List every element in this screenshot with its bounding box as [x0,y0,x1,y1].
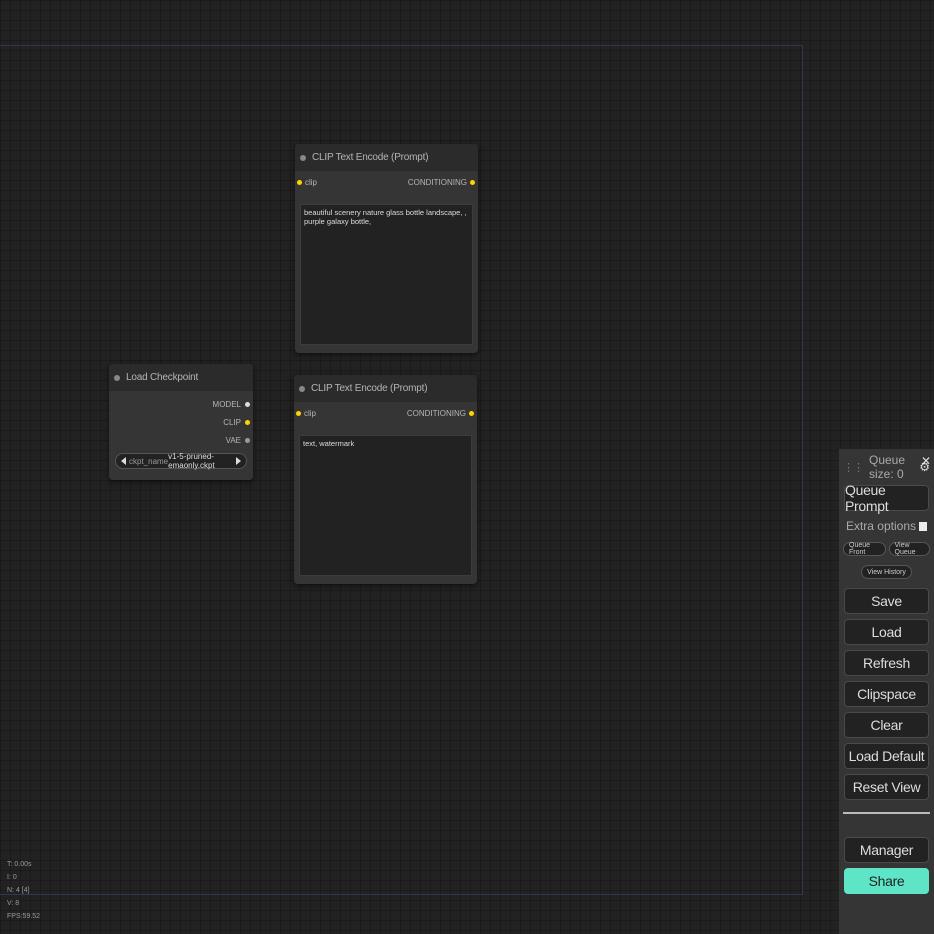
render-stats: T: 0.00s I: 0 N: 4 [4] V: 8 FPS:59.52 [7,858,40,923]
reset-view-button[interactable]: Reset View [844,774,929,800]
input-label: clip [305,177,318,187]
slot-dot-icon[interactable] [297,179,302,185]
stat-time: T: 0.00s [7,861,32,868]
node-title[interactable]: Load Checkpoint [109,364,253,391]
combo-name: ckpt_name [129,456,169,466]
node-title[interactable]: CLIP Text Encode (Prompt) [294,375,477,402]
clear-button[interactable]: Clear [844,712,929,738]
collapse-dot-icon[interactable] [114,374,120,381]
extra-options-row[interactable]: Extra options [843,516,930,536]
queue-front-button[interactable]: Queue Front [843,542,886,556]
slot-row: clip CONDITIONING [294,402,477,424]
queue-actions: Queue Front View Queue [843,542,930,556]
stat-v: V: 8 [7,900,20,907]
output-label: CLIP [223,417,241,427]
clipspace-button[interactable]: Clipspace [844,681,929,707]
output-slot-clip[interactable]: CLIP [109,413,253,431]
view-queue-button[interactable]: View Queue [888,542,930,556]
node-title-text: Load Checkpoint [126,372,199,383]
extra-options-label: Extra options [845,519,917,533]
stat-i: I: 0 [7,874,17,881]
output-slot-vae[interactable]: VAE [109,431,253,449]
queue-prompt-button[interactable]: Queue Prompt [844,482,929,514]
queue-header: ⋮⋮ Queue size: 0 ⚙ ✕ [843,453,931,481]
extra-options-checkbox[interactable] [919,521,928,531]
node-load-checkpoint[interactable]: Load Checkpoint MODEL CLIP VAE ckpt_name… [109,364,253,480]
stat-nodes: N: 4 [4] [7,887,30,894]
view-history-button[interactable]: View History [861,565,912,579]
refresh-button[interactable]: Refresh [844,650,929,676]
output-slot-model[interactable]: MODEL [109,395,253,413]
stat-fps: FPS:59.52 [7,913,41,920]
slot-row: clip CONDITIONING [295,171,478,193]
close-icon[interactable]: ✕ [921,454,931,468]
node-title-text: CLIP Text Encode (Prompt) [311,383,428,394]
share-button[interactable]: Share [844,868,929,894]
output-slot-conditioning[interactable]: CONDITIONING [408,178,478,187]
slot-dot-icon[interactable] [245,401,250,407]
queue-menu: ⋮⋮ Queue size: 0 ⚙ ✕ Queue Prompt Extra … [839,449,934,934]
output-label: MODEL [212,399,241,409]
load-button[interactable]: Load [844,619,929,645]
node-title[interactable]: CLIP Text Encode (Prompt) [295,144,478,171]
history-actions: View History [843,565,930,579]
slot-dot-icon[interactable] [470,179,475,185]
node-clip-text-encode-positive[interactable]: CLIP Text Encode (Prompt) clip CONDITION… [295,144,478,353]
collapse-dot-icon[interactable] [299,385,305,392]
output-label: CONDITIONING [407,177,467,187]
node-clip-text-encode-negative[interactable]: CLIP Text Encode (Prompt) clip CONDITION… [294,375,477,584]
output-label: VAE [225,435,241,445]
menu-divider [843,812,930,814]
combo-left-arrow-icon[interactable] [121,457,126,465]
slot-dot-icon[interactable] [296,410,301,416]
drag-handle-icon[interactable]: ⋮⋮ [843,461,864,474]
save-button[interactable]: Save [844,588,929,614]
prompt-textarea[interactable]: text, watermark [299,435,472,576]
slot-dot-icon[interactable] [245,419,250,425]
menu-buttons: Save Load Refresh Clipspace Clear Load D… [843,588,930,800]
output-slot-conditioning[interactable]: CONDITIONING [407,409,477,418]
slot-dot-icon[interactable] [245,437,250,443]
output-label: CONDITIONING [406,408,466,418]
collapse-dot-icon[interactable] [300,154,306,161]
input-label: clip [304,408,317,418]
load-default-button[interactable]: Load Default [844,743,929,769]
input-slot-clip[interactable]: clip [295,178,317,187]
node-title-text: CLIP Text Encode (Prompt) [312,152,429,163]
combo-value: v1-5-pruned-emaonly.ckpt [168,452,215,470]
input-slot-clip[interactable]: clip [294,409,316,418]
prompt-textarea[interactable]: beautiful scenery nature glass bottle la… [300,204,473,345]
manager-button[interactable]: Manager [844,837,929,863]
queue-size: Queue size: 0 [869,453,906,481]
ckpt-name-combo[interactable]: ckpt_name v1-5-pruned-emaonly.ckpt [115,452,247,470]
combo-right-arrow-icon[interactable] [236,457,241,465]
slot-dot-icon[interactable] [469,410,474,416]
